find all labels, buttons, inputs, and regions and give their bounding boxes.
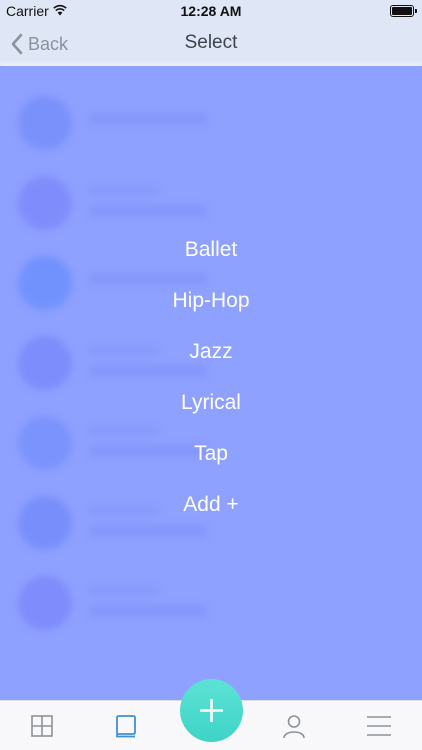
book-icon [116,715,136,738]
page-title: Select [184,32,238,53]
status-bar: Carrier 12:28 AM [0,0,422,22]
option-tap[interactable]: Tap [131,440,291,491]
battery-icon [390,5,417,17]
option-list: Ballet Hip-Hop Jazz Lyrical Tap Add + [0,236,422,542]
tab-menu[interactable] [366,713,392,739]
tab-grid[interactable] [29,713,55,739]
navigation-bar: Back Select [0,22,422,66]
plus-icon [200,699,223,722]
person-icon [283,715,305,739]
grid-icon [31,715,53,737]
option-lyrical[interactable]: Lyrical [131,389,291,440]
option-jazz[interactable]: Jazz [131,338,291,389]
option-hip-hop[interactable]: Hip-Hop [131,287,291,338]
status-time: 12:28 AM [180,3,242,19]
tab-profile[interactable] [281,713,307,739]
selection-overlay: Ballet Hip-Hop Jazz Lyrical Tap Add + [0,66,422,700]
option-add[interactable]: Add + [131,491,291,542]
menu-icon [367,716,391,736]
add-button[interactable] [180,679,243,742]
option-ballet[interactable]: Ballet [131,236,291,287]
tab-book[interactable] [113,713,139,739]
